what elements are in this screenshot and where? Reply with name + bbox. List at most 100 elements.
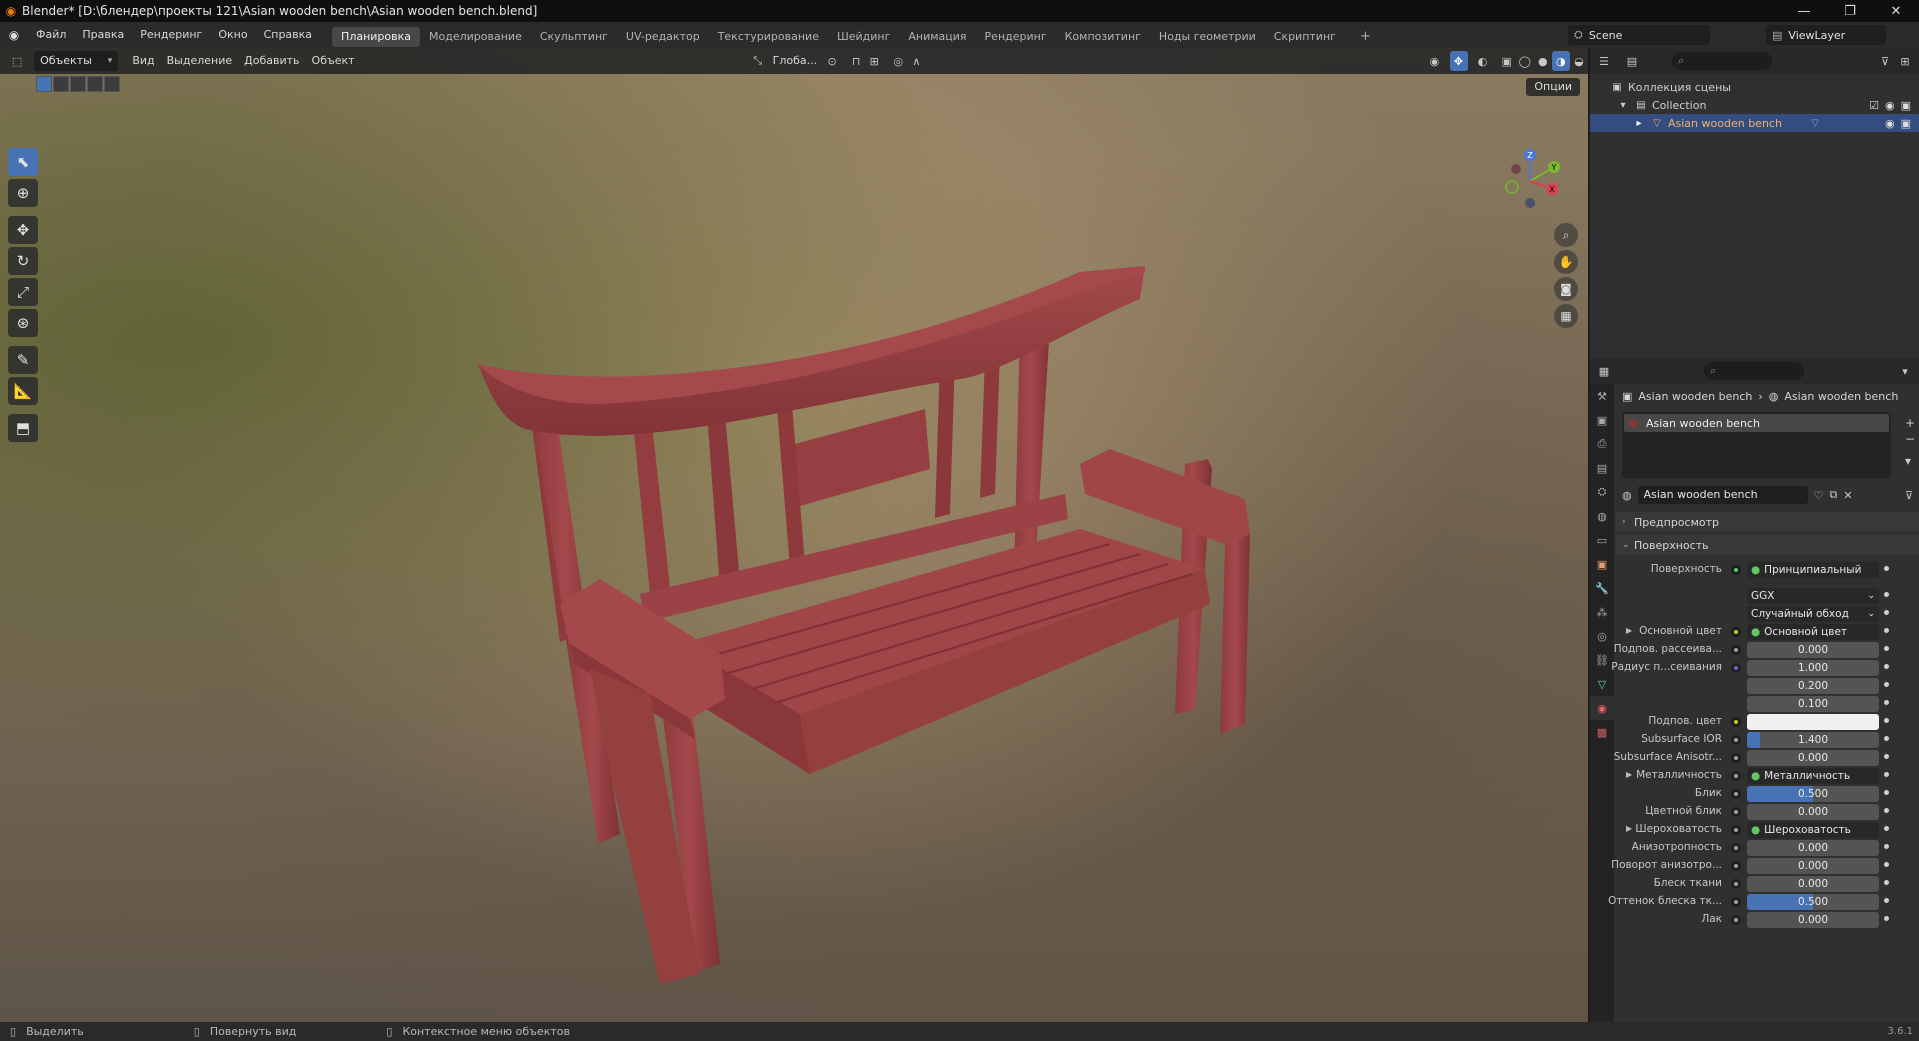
socket-link-icon[interactable] bbox=[1731, 915, 1741, 925]
socket-link-icon[interactable] bbox=[1731, 663, 1741, 673]
panel-surface-header[interactable]: ⌄ Поверхность bbox=[1616, 535, 1919, 555]
pivot-point-icon[interactable]: ⊙ bbox=[823, 51, 841, 71]
keyframe-dot-icon[interactable] bbox=[1884, 664, 1889, 669]
socket-link-icon[interactable] bbox=[1731, 735, 1741, 745]
tab-uv-editing[interactable]: UV-редактор bbox=[617, 27, 709, 47]
keyframe-dot-icon[interactable] bbox=[1884, 754, 1889, 759]
editor-type-icon[interactable]: ☰ bbox=[1594, 51, 1614, 71]
eye-icon[interactable]: ◉ bbox=[1885, 117, 1895, 130]
socket-link-icon[interactable] bbox=[1731, 807, 1741, 817]
snap-icon[interactable]: ⊓ bbox=[847, 51, 865, 71]
add-workspace-icon[interactable]: + bbox=[1351, 27, 1380, 47]
tab-compositing[interactable]: Композитинг bbox=[1056, 27, 1150, 47]
keyframe-dot-icon[interactable] bbox=[1884, 566, 1889, 571]
shading-solid-icon[interactable]: ● bbox=[1534, 51, 1552, 71]
property-dropdown[interactable]: GGX ⌄ bbox=[1747, 588, 1879, 604]
socket-link-icon[interactable] bbox=[1731, 627, 1741, 637]
tab-modeling[interactable]: Моделирование bbox=[420, 27, 531, 47]
socket-link-icon[interactable] bbox=[1731, 861, 1741, 871]
menu-help[interactable]: Справка bbox=[256, 22, 320, 48]
object-row-asian-wooden-bench[interactable]: ▸ ▽ Asian wooden bench ▽ ◉ ▣ bbox=[1590, 114, 1919, 132]
tab-rendering[interactable]: Рендеринг bbox=[976, 27, 1056, 47]
exclude-checkbox-icon[interactable]: ☑ bbox=[1869, 99, 1879, 112]
number-field[interactable]: 0.500 bbox=[1747, 786, 1879, 802]
number-field[interactable]: 0.000 bbox=[1747, 840, 1879, 856]
keyframe-dot-icon[interactable] bbox=[1884, 898, 1889, 903]
keyframe-dot-icon[interactable] bbox=[1884, 646, 1889, 651]
editor-type-icon[interactable]: ⬚ bbox=[8, 51, 26, 71]
menu-select[interactable]: Выделение bbox=[161, 51, 239, 71]
filter-icon[interactable]: ⊽ bbox=[1875, 51, 1895, 71]
tool-tab-icon[interactable]: ⚒ bbox=[1590, 384, 1614, 408]
menu-object[interactable]: Объект bbox=[306, 51, 361, 71]
menu-render[interactable]: Рендеринг bbox=[132, 22, 210, 48]
material-slot-list[interactable]: Asian wooden bench bbox=[1622, 412, 1891, 478]
keyframe-dot-icon[interactable] bbox=[1884, 718, 1889, 723]
scene-selector[interactable]: ⛭ Scene bbox=[1568, 25, 1710, 45]
keyframe-dot-icon[interactable] bbox=[1884, 682, 1889, 687]
display-mode-icon[interactable]: ▤ bbox=[1622, 51, 1642, 71]
remove-slot-icon[interactable]: − bbox=[1905, 432, 1915, 446]
shading-rendered-icon[interactable]: ◒ bbox=[1570, 51, 1588, 71]
number-field[interactable]: 0.000 bbox=[1747, 804, 1879, 820]
transform-orientation-dropdown[interactable]: Глоба... bbox=[767, 51, 823, 71]
outliner-search-input[interactable]: ⌕ bbox=[1672, 52, 1772, 70]
duplicate-material-icon[interactable]: ⧉ bbox=[1829, 488, 1837, 502]
menu-edit[interactable]: Правка bbox=[74, 22, 132, 48]
expand-chevron-icon[interactable]: ▸ bbox=[1632, 116, 1646, 130]
snap-target-icon[interactable]: ⊞ bbox=[865, 51, 883, 71]
overlay-icon[interactable]: ◐ bbox=[1474, 51, 1492, 71]
menu-file[interactable]: Файл bbox=[28, 22, 74, 48]
number-field[interactable]: 0.000 bbox=[1747, 858, 1879, 874]
object-mode-dropdown[interactable]: Объекты ▾ bbox=[34, 51, 119, 71]
collection-row[interactable]: ▾ ▤ Collection ☑ ◉ ▣ bbox=[1590, 96, 1919, 114]
unlink-material-icon[interactable]: ✕ bbox=[1843, 489, 1852, 502]
minimize-icon[interactable]: — bbox=[1781, 0, 1827, 22]
properties-search-input[interactable]: ⌕ bbox=[1704, 362, 1804, 380]
number-field[interactable]: 0.000 bbox=[1747, 642, 1879, 658]
tab-animation[interactable]: Анимация bbox=[899, 27, 975, 47]
linked-node-field[interactable]: ● Металличность bbox=[1747, 768, 1879, 784]
expand-chevron-icon[interactable]: ▾ bbox=[1616, 98, 1630, 112]
linked-node-field[interactable]: ● Основной цвет bbox=[1747, 624, 1879, 640]
keyframe-dot-icon[interactable] bbox=[1884, 772, 1889, 777]
socket-link-icon[interactable] bbox=[1731, 645, 1741, 655]
shading-wireframe-icon[interactable]: ◯ bbox=[1516, 51, 1534, 71]
keyframe-dot-icon[interactable] bbox=[1884, 916, 1889, 921]
keyframe-dot-icon[interactable] bbox=[1884, 880, 1889, 885]
visibility-icon[interactable]: ◉ bbox=[1425, 51, 1443, 71]
close-icon[interactable]: ✕ bbox=[1873, 0, 1919, 22]
number-field[interactable]: 0.000 bbox=[1747, 876, 1879, 892]
menu-window[interactable]: Окно bbox=[210, 22, 255, 48]
data-tab-icon[interactable]: ▽ bbox=[1590, 672, 1614, 696]
menu-add[interactable]: Добавить bbox=[238, 51, 305, 71]
view-layer-tab-icon[interactable]: ▤ bbox=[1590, 456, 1614, 480]
camera-icon[interactable]: ▣ bbox=[1901, 99, 1911, 112]
slot-menu-chevron-icon[interactable]: ▾ bbox=[1905, 454, 1915, 468]
viewlayer-selector[interactable]: ▤ ViewLayer bbox=[1766, 25, 1886, 45]
scene-tab-icon[interactable]: ⛭ bbox=[1590, 480, 1614, 504]
tab-layout[interactable]: Планировка bbox=[332, 26, 421, 47]
blender-menu-icon[interactable]: ◉ bbox=[0, 28, 28, 42]
panel-preview-header[interactable]: › Предпросмотр bbox=[1616, 512, 1919, 532]
gizmo-toggle-icon[interactable]: ✥ bbox=[1449, 51, 1468, 71]
tab-geometry-nodes[interactable]: Ноды геометрии bbox=[1150, 27, 1265, 47]
number-field[interactable]: 0.000 bbox=[1747, 912, 1879, 928]
tab-scripting[interactable]: Скриптинг bbox=[1265, 27, 1345, 47]
socket-link-icon[interactable] bbox=[1731, 879, 1741, 889]
number-field[interactable]: 0.100 bbox=[1747, 696, 1879, 712]
keyframe-dot-icon[interactable] bbox=[1884, 826, 1889, 831]
keyframe-dot-icon[interactable] bbox=[1884, 862, 1889, 867]
expand-triangle-icon[interactable]: ▶ bbox=[1626, 824, 1632, 833]
number-field[interactable]: 0.500 bbox=[1747, 894, 1879, 910]
eye-icon[interactable]: ◉ bbox=[1885, 99, 1895, 112]
fake-user-icon[interactable]: ♡ bbox=[1814, 489, 1824, 502]
modifier-tab-icon[interactable]: 🔧 bbox=[1590, 576, 1614, 600]
material-tab-icon[interactable]: ◉ bbox=[1590, 696, 1614, 720]
new-collection-icon[interactable]: ⊞ bbox=[1895, 51, 1915, 71]
socket-link-icon[interactable] bbox=[1731, 843, 1741, 853]
material-slot-item[interactable]: Asian wooden bench bbox=[1624, 414, 1889, 432]
keyframe-dot-icon[interactable] bbox=[1884, 790, 1889, 795]
shading-material-icon[interactable]: ◑ bbox=[1551, 51, 1570, 71]
menu-view[interactable]: Вид bbox=[126, 51, 160, 71]
